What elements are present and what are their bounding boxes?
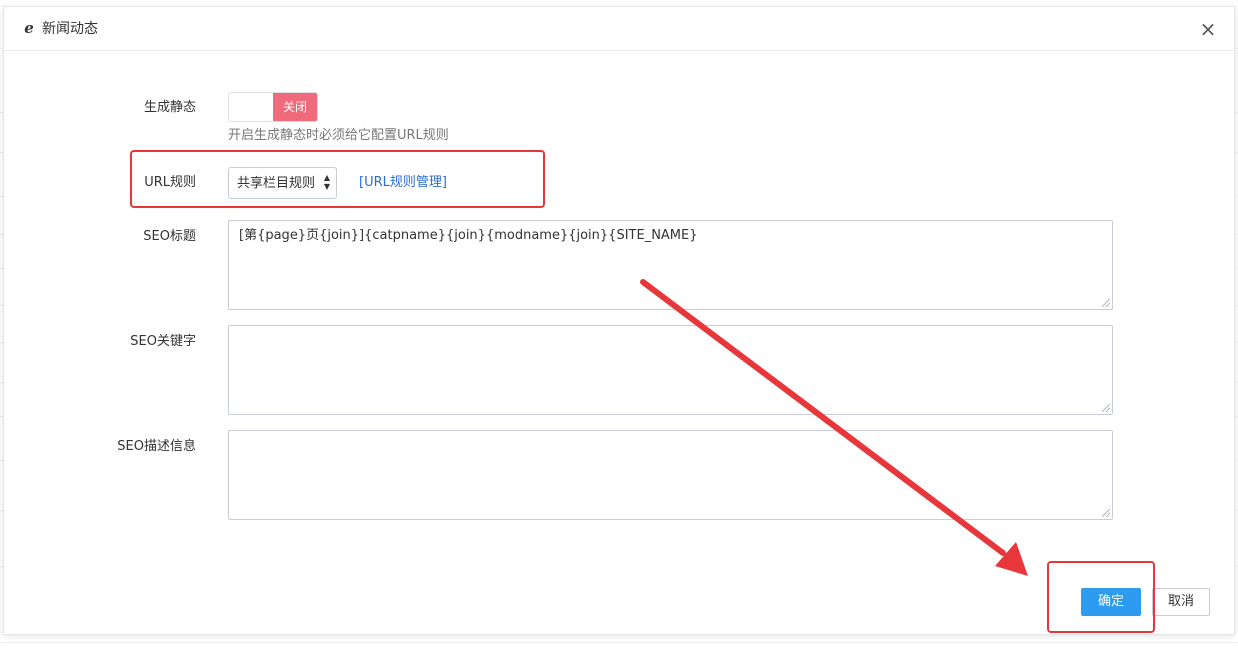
seo-title-textarea[interactable]: [第{page}页{join}]{catpname}{join}{modname… [228,220,1113,310]
url-rule-manage-link[interactable]: [URL规则管理] [359,174,447,192]
cancel-button[interactable]: 取消 [1152,588,1210,616]
static-help-text: 开启生成静态时必须给它配置URL规则 [228,128,449,143]
url-rule-select[interactable]: 共享栏目规则 ▲ ▼ [228,167,337,199]
seo-keywords-label: SEO关键字 [130,334,196,349]
static-toggle-switch[interactable]: 关闭 [228,92,318,122]
seo-keywords-textarea[interactable] [228,325,1113,415]
resize-grip-icon[interactable] [1102,509,1110,517]
static-label: 生成静态 [143,100,196,115]
seo-title-value: [第{page}页{join}]{catpname}{join}{modname… [239,228,698,243]
url-rule-label: URL规则 [144,175,196,190]
resize-grip-icon[interactable] [1102,299,1110,307]
select-arrows-icon: ▲ ▼ [323,173,331,191]
switch-knob [229,93,273,121]
ie-logo-icon: e [24,19,34,37]
confirm-button[interactable]: 确定 [1081,588,1141,616]
seo-title-label: SEO标题 [143,229,196,244]
url-rule-selected-value: 共享栏目规则 [237,176,316,191]
dialog-title: 新闻动态 [42,21,98,37]
dialog-header: e 新闻动态 × [4,7,1234,51]
seo-description-textarea[interactable] [228,430,1113,520]
seo-description-label: SEO描述信息 [117,439,196,454]
close-icon[interactable]: × [1198,19,1218,39]
switch-state-label: 关闭 [273,93,317,121]
resize-grip-icon[interactable] [1102,404,1110,412]
modal-dialog: e 新闻动态 × 生成静态 关闭 开启生成静态时必须给它配置URL规则 URL规… [3,6,1235,635]
